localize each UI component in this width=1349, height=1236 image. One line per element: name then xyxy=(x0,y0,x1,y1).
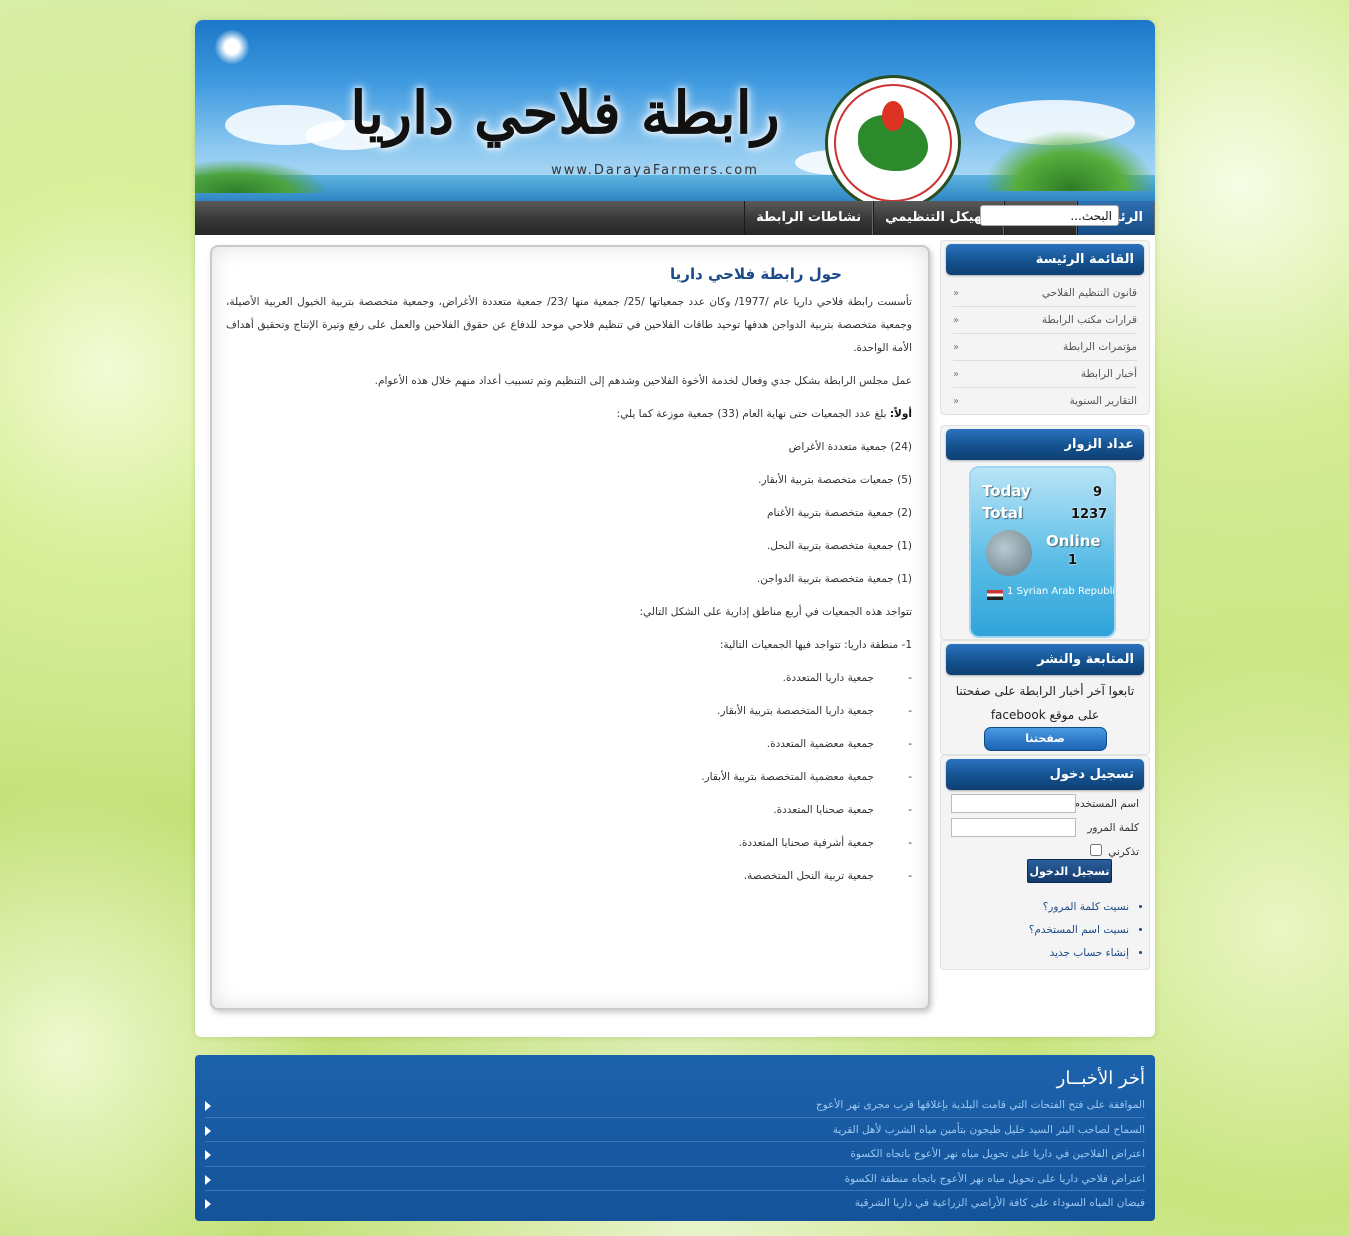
news-item-label: الموافقة على فتح الفتحات التي قامت البلد… xyxy=(815,1099,1145,1111)
play-arrow-icon xyxy=(205,1150,211,1161)
society-count-item: (24) جمعية متعددة الأغراض xyxy=(788,441,912,453)
site-title: رابطة فلاحي داريا xyxy=(350,79,780,147)
create-account-link[interactable]: إنشاء حساب جديد xyxy=(1029,942,1129,965)
main-menu-title: القائمة الرئيسة xyxy=(946,244,1144,275)
news-item[interactable]: اعتراض الفلاحين في داريا على تحويل مياه … xyxy=(205,1142,1145,1167)
site-url: www.DarayaFarmers.com xyxy=(551,163,759,178)
menu-link-conferences[interactable]: مؤتمرات الرابطة « xyxy=(953,334,1137,361)
follow-title: المتابعة والنشر xyxy=(946,644,1144,675)
double-arrow-icon: « xyxy=(953,342,960,353)
login-module: تسجيل دخول اسم المستخدم كلمة المرور تذكر… xyxy=(940,755,1150,970)
forgot-password-link[interactable]: نسيت كلمة المرور؟ xyxy=(1029,896,1129,919)
page-container: رابطة فلاحي داريا www.DarayaFarmers.com … xyxy=(195,20,1155,1037)
remember-checkbox[interactable] xyxy=(1090,844,1102,856)
username-label: اسم المستخدم xyxy=(1073,798,1139,810)
password-row: كلمة المرور xyxy=(951,818,1139,842)
menu-link-decisions[interactable]: قرارات مكتب الرابطة « xyxy=(953,307,1137,334)
double-arrow-icon: « xyxy=(953,315,960,326)
main-navbar: الرئيسية المكاتب الهيكل التنظيمي نشاطات … xyxy=(195,201,1155,235)
news-item[interactable]: السماح لصاحب البئر السيد خليل طيجون بتأم… xyxy=(205,1118,1145,1143)
menu-link-label: مؤتمرات الرابطة xyxy=(1063,341,1137,353)
society-list-item: جمعية معضمية المتعددة. xyxy=(226,733,912,756)
forgot-username-link[interactable]: نسيت اسم المستخدم؟ xyxy=(1029,919,1129,942)
password-label: كلمة المرور xyxy=(1087,822,1139,834)
username-input[interactable] xyxy=(951,794,1076,813)
play-arrow-icon xyxy=(205,1199,211,1210)
visitor-counter-module: عداد الزوار Today 9 Total 1237 Online 1 … xyxy=(940,425,1150,640)
follow-text: تابعوا آخر أخبار الرابطة على صفحتنا على … xyxy=(955,684,1135,722)
menu-link-news[interactable]: أخبار الرابطة « xyxy=(953,361,1137,388)
trees-decoration xyxy=(985,131,1155,191)
double-arrow-icon: « xyxy=(953,369,960,380)
username-row: اسم المستخدم xyxy=(951,794,1139,818)
remember-label: تذكرني xyxy=(1108,846,1139,858)
article-bold-label: أولاً: xyxy=(889,408,912,420)
society-list-item: جمعية تربية النحل المتخصصة. xyxy=(226,865,912,888)
news-item-label: اعتراض الفلاحين في داريا على تحويل مياه … xyxy=(850,1148,1145,1161)
online-label: Online xyxy=(1046,532,1101,550)
article-paragraph: أولاً: بلغ عدد الجمعيات حتى نهاية العام … xyxy=(226,403,912,426)
article-title: حول رابطة فلاحي داريا xyxy=(670,265,842,283)
society-count-item: (1) جمعية متخصصة بتربية النحل. xyxy=(766,540,912,552)
society-count-item: (1) جمعية متخصصة بتربية الدواجن. xyxy=(756,573,912,585)
union-logo xyxy=(825,75,961,201)
article-box: حول رابطة فلاحي داريا تأسست رابطة فلاحي … xyxy=(210,245,930,1010)
visitor-counter-title: عداد الزوار xyxy=(946,429,1144,460)
menu-link-label: قرارات مكتب الرابطة xyxy=(1041,314,1137,326)
follow-module: المتابعة والنشر تابعوا آخر أخبار الرابطة… xyxy=(940,640,1150,755)
total-label: Total xyxy=(982,504,1023,522)
article-intro: تأسست رابطة فلاحي داريا عام /1977/ وكان … xyxy=(226,296,912,354)
syria-flag-icon xyxy=(987,590,1003,600)
trees-decoration xyxy=(195,159,330,193)
visitor-counter-widget[interactable]: Today 9 Total 1237 Online 1 1 Syrian Ara… xyxy=(969,466,1116,638)
society-list-item: جمعية معضمية المتخصصة بتربية الأبقار. xyxy=(226,766,912,789)
news-item[interactable]: فيضان المياه السوداء على كافة الأراضي ال… xyxy=(205,1191,1145,1216)
double-arrow-icon: « xyxy=(953,288,960,299)
main-menu-module: القائمة الرئيسة قانون التنظيم الفلاحي « ق… xyxy=(940,240,1150,415)
society-list-item: جمعية أشرفية صحنايا المتعددة. xyxy=(226,832,912,855)
news-item-label: اعتراض فلاحي داريا على تحويل مياه نهر ال… xyxy=(844,1172,1145,1185)
news-item-label: فيضان المياه السوداء على كافة الأراضي ال… xyxy=(854,1197,1145,1210)
site-banner: رابطة فلاحي داريا www.DarayaFarmers.com xyxy=(195,20,1155,201)
online-value: 1 xyxy=(1068,553,1078,568)
menu-link-label: أخبار الرابطة xyxy=(1080,368,1137,380)
menu-link-law[interactable]: قانون التنظيم الفلاحي « xyxy=(953,280,1137,307)
play-arrow-icon xyxy=(205,1125,211,1136)
news-item[interactable]: اعتراض فلاحي داريا على تحويل مياه نهر ال… xyxy=(205,1167,1145,1192)
news-item[interactable]: الموافقة على فتح الفتحات التي قامت البلد… xyxy=(205,1093,1145,1118)
society-list-item: جمعية صحنايا المتعددة. xyxy=(226,799,912,822)
society-list-item: جمعية داريا المتعددة. xyxy=(226,667,912,690)
menu-link-reports[interactable]: التقارير السنوية « xyxy=(953,388,1137,415)
search-input[interactable] xyxy=(980,205,1119,226)
facebook-page-button[interactable]: صفحتنا xyxy=(983,727,1107,751)
nav-item-activities[interactable]: نشاطات الرابطة xyxy=(744,201,874,235)
country-visits: 1 Syrian Arab Republic xyxy=(1007,586,1116,597)
today-label: Today xyxy=(982,482,1031,500)
society-list-item: جمعية داريا المتخصصة بتربية الأبقار. xyxy=(226,700,912,723)
article-text: بلغ عدد الجمعيات حتى نهاية العام (33) جم… xyxy=(616,408,890,420)
menu-link-label: قانون التنظيم الفلاحي xyxy=(1041,287,1137,299)
society-count-item: (2) جمعية متخصصة بتربية الأغنام xyxy=(767,507,912,519)
article-paragraph: عمل مجلس الرابطة بشكل جدي وفعال لخدمة ال… xyxy=(374,375,912,387)
login-title: تسجيل دخول xyxy=(946,759,1144,790)
news-item-label: السماح لصاحب البئر السيد خليل طيجون بتأم… xyxy=(832,1123,1145,1136)
total-value: 1237 xyxy=(1071,507,1108,522)
login-links: نسيت كلمة المرور؟ نسيت اسم المستخدم؟ إنش… xyxy=(1029,896,1129,965)
society-count-item: (5) جمعيات متخصصة بتربية الأبقار. xyxy=(758,474,912,486)
news-title: أخر الأخبــار xyxy=(1056,1068,1145,1089)
menu-link-label: التقارير السنوية xyxy=(1069,395,1137,407)
login-submit-button[interactable]: تسجيل الدخول xyxy=(1027,859,1112,883)
password-input[interactable] xyxy=(951,818,1076,837)
today-value: 9 xyxy=(1093,485,1103,500)
latest-news-panel: أخر الأخبــار الموافقة على فتح الفتحات ا… xyxy=(195,1055,1155,1221)
sun-flare-icon xyxy=(215,30,249,64)
article-paragraph: 1- منطقة داريا: تتواجد فيها الجمعيات الت… xyxy=(719,639,912,651)
double-arrow-icon: « xyxy=(953,396,960,407)
globe-icon xyxy=(986,530,1032,576)
article-paragraph: تتواجد هذه الجمعيات في أربع مناطق إدارية… xyxy=(639,606,912,618)
play-arrow-icon xyxy=(205,1174,211,1185)
play-arrow-icon xyxy=(205,1101,211,1111)
